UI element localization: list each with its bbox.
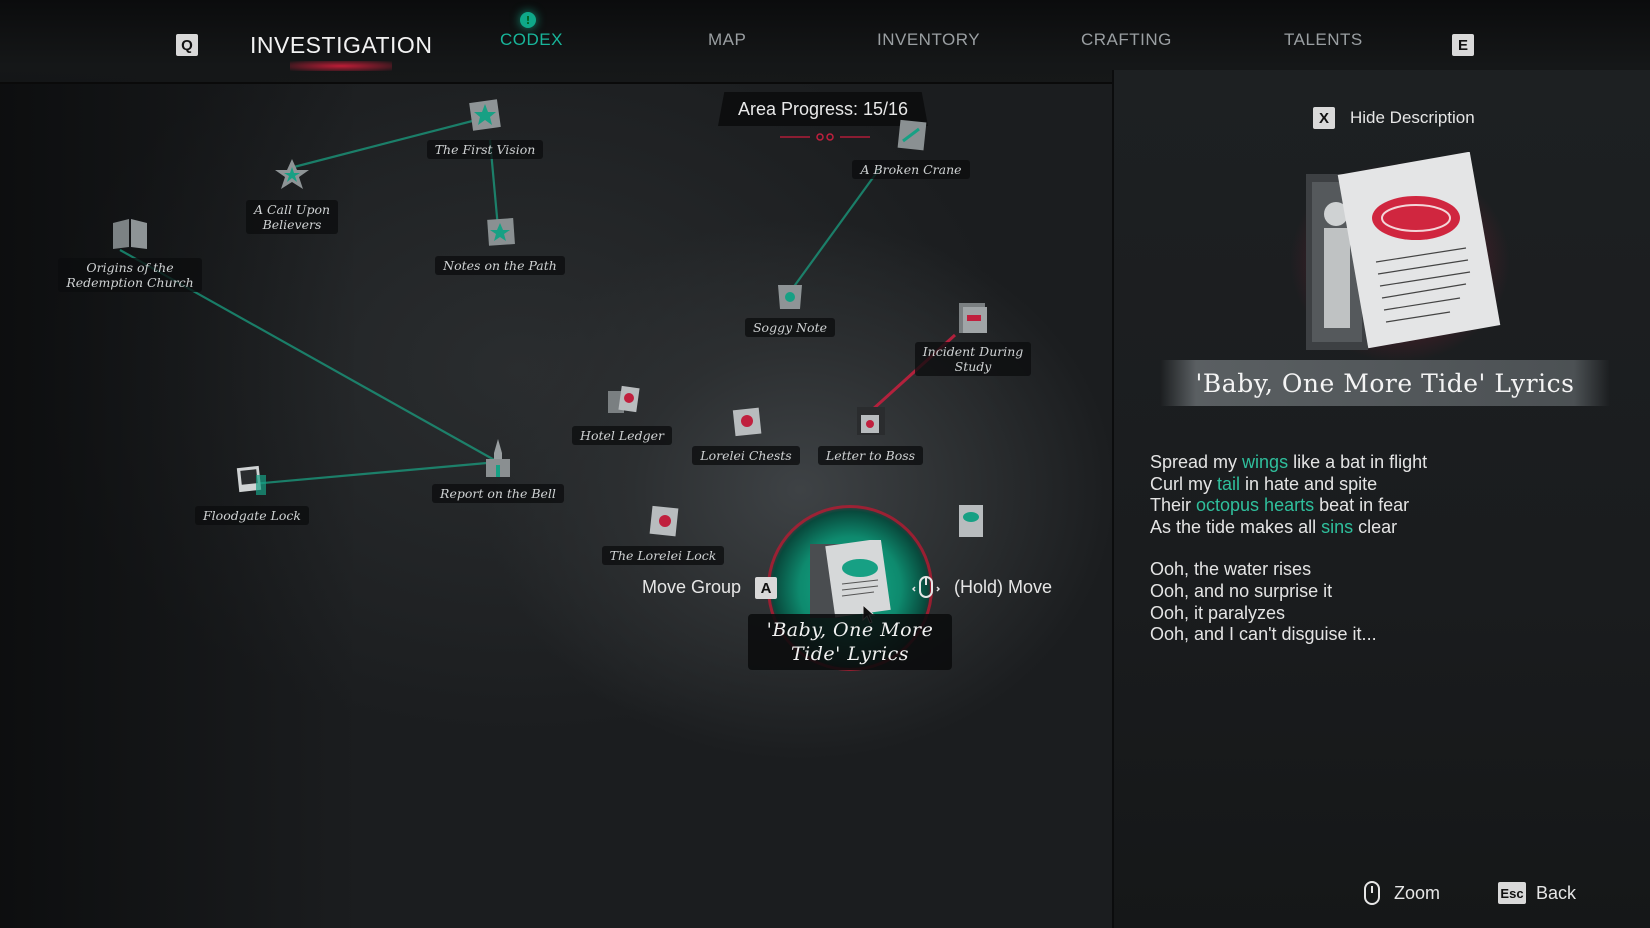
tab-inventory[interactable]: INVENTORY bbox=[877, 30, 980, 50]
node-label: Hotel Ledger bbox=[572, 426, 672, 445]
next-tab-key[interactable]: E bbox=[1452, 34, 1474, 56]
keyword: octopus hearts bbox=[1196, 495, 1315, 516]
photo-icon bbox=[229, 458, 275, 504]
lyric-line: Ooh, the water rises bbox=[1150, 559, 1312, 580]
node-label: A Call Upon Believers bbox=[245, 200, 339, 234]
node-label: The First Vision bbox=[426, 140, 544, 159]
ledger-icon bbox=[599, 378, 645, 424]
lyric-line: As the tide makes all sins clear bbox=[1150, 516, 1398, 537]
keyword: sins bbox=[1321, 516, 1354, 537]
tab-investigation[interactable]: INVESTIGATION bbox=[250, 32, 432, 71]
lyrics-text: Spread my wings like a bat in flight Cur… bbox=[1150, 452, 1427, 646]
star-note-icon bbox=[462, 92, 508, 138]
node-label: A Broken Crane bbox=[852, 160, 970, 179]
letter-icon bbox=[948, 498, 994, 544]
item-title: 'Baby, One More Tide' Lyrics bbox=[1160, 360, 1610, 406]
hide-description-label[interactable]: Hide Description bbox=[1350, 108, 1475, 128]
node-report-on-the-bell[interactable]: Report on the Bell bbox=[428, 436, 568, 503]
lyric-line: Ooh, and I can't disguise it... bbox=[1150, 624, 1377, 645]
node-soggy-note[interactable]: Soggy Note bbox=[730, 270, 850, 337]
node-label: The Lorelei Lock bbox=[601, 546, 725, 565]
letter-icon bbox=[848, 398, 894, 444]
mouse-hold-icon bbox=[912, 576, 940, 598]
lyric-line: Curl my tail in hate and spite bbox=[1150, 473, 1378, 494]
lock-note-icon bbox=[640, 498, 686, 544]
node-hotel-ledger[interactable]: Hotel Ledger bbox=[562, 378, 682, 445]
node-label: Lorelei Chests bbox=[692, 446, 800, 465]
hold-move-label: (Hold) Move bbox=[954, 577, 1053, 597]
node-floodgate-lock[interactable]: Floodgate Lock bbox=[192, 458, 312, 525]
node-the-lorelei-lock[interactable]: The Lorelei Lock bbox=[598, 498, 728, 565]
tab-map[interactable]: MAP bbox=[708, 30, 746, 50]
back-key[interactable]: Esc bbox=[1498, 882, 1526, 904]
prev-tab-key[interactable]: Q bbox=[176, 34, 198, 56]
tab-codex[interactable]: CODEX bbox=[500, 30, 563, 50]
mouse-scroll-icon bbox=[1364, 881, 1380, 905]
node-label: Soggy Note bbox=[744, 318, 835, 337]
node-letter-to-boss[interactable]: Letter to Boss bbox=[808, 398, 933, 465]
node-notes-on-the-path[interactable]: Notes on the Path bbox=[430, 208, 570, 275]
tab-talents[interactable]: TALENTS bbox=[1284, 30, 1363, 50]
lyric-line: Ooh, it paralyzes bbox=[1150, 602, 1286, 623]
codex-alert-icon: ! bbox=[520, 12, 536, 28]
lyric-line: Ooh, and no surprise it bbox=[1150, 580, 1333, 601]
node-label: Incident During Study bbox=[914, 342, 1032, 376]
document-stack-icon bbox=[950, 294, 996, 340]
node-the-first-vision[interactable]: The First Vision bbox=[410, 92, 560, 159]
lyric-line: Their octopus hearts beat in fear bbox=[1150, 495, 1410, 516]
hide-description-key[interactable]: X bbox=[1313, 107, 1335, 129]
keyword: wings bbox=[1242, 452, 1289, 472]
chest-note-icon bbox=[723, 398, 769, 444]
node-label: Report on the Bell bbox=[432, 484, 564, 503]
selected-node-label: 'Baby, One More Tide' Lyrics bbox=[748, 614, 952, 670]
node-label: Notes on the Path bbox=[435, 256, 565, 275]
keyword: tail bbox=[1217, 473, 1241, 494]
lyric-line: Spread my wings like a bat in flight bbox=[1150, 452, 1428, 472]
move-group-label: Move Group bbox=[642, 577, 742, 597]
lyrics-document-image bbox=[1290, 152, 1510, 362]
bag-icon bbox=[767, 270, 813, 316]
node-lorelei-chests[interactable]: Lorelei Chests bbox=[686, 398, 806, 465]
book-icon bbox=[107, 210, 153, 256]
node-label: Letter to Boss bbox=[817, 446, 924, 465]
star-note-icon bbox=[269, 152, 315, 198]
node-origins-redemption-church[interactable]: Origins of the Redemption Church bbox=[55, 210, 205, 292]
node-a-broken-crane[interactable]: A Broken Crane bbox=[836, 112, 986, 179]
node-label: Floodgate Lock bbox=[195, 506, 309, 525]
node-a-call-upon-believers[interactable]: A Call Upon Believers bbox=[222, 152, 362, 234]
tab-crafting[interactable]: CRAFTING bbox=[1081, 30, 1172, 50]
note-pin-icon bbox=[477, 208, 523, 254]
crane-note-icon bbox=[888, 112, 934, 158]
node-label: Origins of the Redemption Church bbox=[58, 258, 202, 292]
lyrics-sheet-icon bbox=[810, 540, 891, 618]
zoom-label: Zoom bbox=[1394, 883, 1441, 903]
church-icon bbox=[475, 436, 521, 482]
node-incident-during-study[interactable]: Incident During Study bbox=[908, 294, 1038, 376]
back-label[interactable]: Back bbox=[1536, 883, 1576, 904]
move-group-key[interactable]: A bbox=[755, 577, 777, 599]
node-hidden-letter[interactable] bbox=[946, 498, 996, 544]
